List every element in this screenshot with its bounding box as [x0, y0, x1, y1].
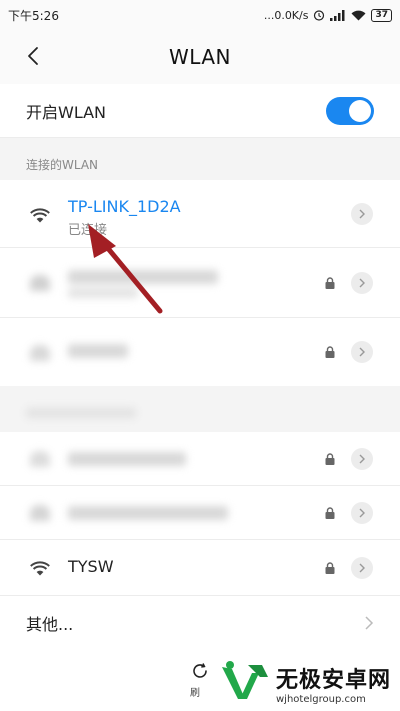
blurred-content	[0, 318, 300, 386]
wlan-toggle-card: 开启WLAN	[0, 84, 400, 138]
battery-icon: 37	[371, 8, 392, 22]
chevron-right-icon	[359, 347, 365, 357]
chevron-right-icon	[359, 209, 365, 219]
blurred-content	[0, 248, 300, 318]
blurred-section-label	[0, 398, 300, 428]
network-detail-button[interactable]	[351, 341, 373, 363]
wifi-signal-icon	[30, 561, 50, 576]
lock-icon	[325, 346, 335, 358]
chevron-right-icon	[359, 508, 365, 518]
watermark-text: 无极安卓网 wjhotelgroup.com	[276, 662, 391, 705]
chevron-right-icon	[359, 454, 365, 464]
network-row-blurred[interactable]	[0, 318, 400, 386]
refresh-icon[interactable]	[190, 661, 210, 681]
back-arrow-icon[interactable]	[22, 44, 46, 68]
app-header: WLAN	[0, 30, 400, 84]
networks-card-available: TYSW 其他...	[0, 432, 400, 650]
lock-icon	[325, 507, 335, 519]
blurred-content	[0, 486, 300, 540]
network-detail-button[interactable]	[351, 203, 373, 225]
wifi-signal-icon	[30, 208, 50, 223]
network-row-tysw[interactable]: TYSW	[0, 540, 400, 596]
refresh-label[interactable]: 刷	[190, 684, 200, 699]
chevron-right-icon	[365, 616, 374, 630]
wlan-toggle-row[interactable]: 开启WLAN	[0, 84, 400, 138]
watermark-logo-icon	[222, 661, 268, 699]
watermark-url: wjhotelgroup.com	[276, 693, 366, 705]
blurred-content	[0, 432, 300, 486]
wifi-status-icon	[351, 10, 366, 20]
wlan-toggle-label: 开启WLAN	[26, 102, 107, 122]
watermark: 无极安卓网 wjhotelgroup.com	[218, 658, 398, 708]
status-time: 下午5:26	[8, 8, 59, 23]
page-title: WLAN	[168, 45, 232, 69]
network-detail-button[interactable]	[351, 502, 373, 524]
network-row-blurred[interactable]	[0, 432, 400, 486]
lock-icon	[325, 562, 335, 574]
signal-icon	[330, 9, 345, 21]
network-name: TYSW	[68, 557, 114, 576]
watermark-title: 无极安卓网	[276, 667, 392, 693]
connected-section-label: 连接的WLAN	[26, 158, 99, 172]
alarm-icon	[314, 10, 325, 21]
network-detail-button[interactable]	[351, 272, 373, 294]
chevron-right-icon	[359, 278, 365, 288]
network-detail-button[interactable]	[351, 557, 373, 579]
lock-icon	[325, 453, 335, 465]
connected-network-name: TP-LINK_1D2A	[68, 197, 181, 216]
lock-icon	[325, 277, 335, 289]
wlan-toggle-switch[interactable]	[326, 96, 374, 125]
status-bar: 下午5:26 ...0.0K/s 37	[0, 0, 400, 30]
networks-card-connected: TP-LINK_1D2A 已连接	[0, 180, 400, 386]
other-networks-label: 其他...	[26, 615, 74, 634]
connected-network-status: 已连接	[68, 223, 108, 238]
network-row-blurred[interactable]	[0, 248, 400, 318]
connected-network-row[interactable]: TP-LINK_1D2A 已连接	[0, 180, 400, 248]
network-row-blurred[interactable]	[0, 486, 400, 540]
toggle-knob	[349, 99, 371, 122]
network-detail-button[interactable]	[351, 448, 373, 470]
chevron-right-icon	[359, 563, 365, 573]
network-speed: ...0.0K/s	[263, 8, 309, 22]
other-networks-row[interactable]: 其他...	[0, 596, 400, 650]
status-icons: ...0.0K/s 37	[263, 8, 392, 22]
